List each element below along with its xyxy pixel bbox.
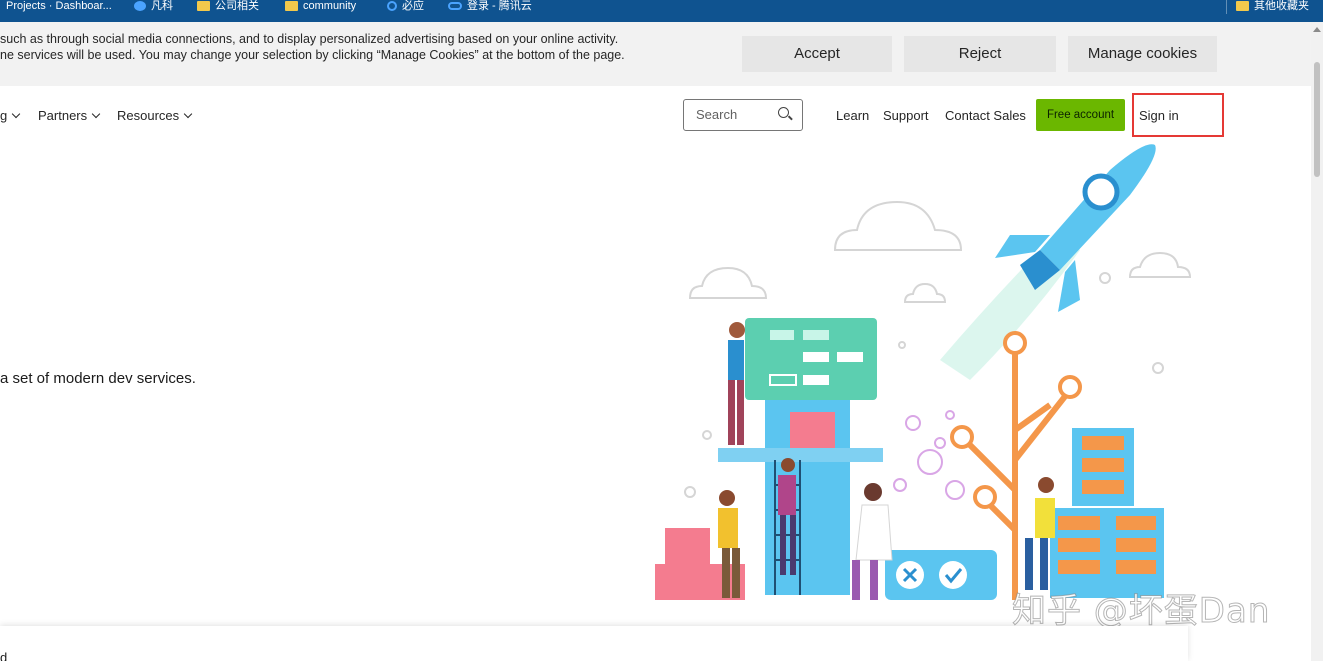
top-navigation: g Partners Resources Learn Support Conta…	[0, 86, 1311, 146]
bookmarks-divider	[1226, 0, 1227, 14]
search-icon[interactable]	[778, 107, 789, 118]
chevron-down-icon	[11, 109, 21, 119]
cookie-banner: such as through social media connections…	[0, 22, 1311, 86]
search-box	[683, 99, 803, 131]
bookmark-label: 凡科	[151, 0, 173, 12]
nav-item-partners[interactable]: Partners	[38, 108, 101, 123]
accept-cookies-button[interactable]: Accept	[742, 36, 892, 72]
bookmark-label: 公司相关	[215, 0, 259, 12]
bookmark-community[interactable]: community	[285, 0, 356, 12]
hero-description: a set of modern dev services.	[0, 370, 196, 387]
server-rack-icon	[1050, 428, 1164, 598]
bookmark-company[interactable]: 公司相关	[197, 0, 259, 12]
hero-illustration	[655, 144, 1192, 600]
chevron-down-icon	[183, 109, 193, 119]
folder-icon	[285, 1, 298, 11]
cookie-message-line: ne services will be used. You may change…	[0, 48, 625, 62]
folder-icon	[197, 1, 210, 11]
free-account-button[interactable]: Free account	[1036, 99, 1125, 131]
cookie-message: such as through social media connections…	[0, 31, 680, 63]
scroll-up-arrow-icon[interactable]	[1313, 27, 1321, 32]
person-figure	[728, 322, 745, 445]
chevron-down-icon	[91, 109, 101, 119]
watermark-text: 知乎 @坏蛋Dan	[1011, 591, 1271, 632]
vertical-scrollbar[interactable]	[1311, 22, 1323, 661]
nav-item-label: Resources	[117, 108, 180, 123]
reject-cookies-button[interactable]: Reject	[904, 36, 1056, 72]
bookmark-label: 其他收藏夹	[1254, 0, 1309, 12]
check-icon	[939, 561, 967, 589]
sign-in-link[interactable]: Sign in	[1139, 108, 1179, 123]
folder-icon	[1236, 1, 1249, 11]
nav-item-resources[interactable]: Resources	[117, 108, 193, 123]
bookmarks-bar: Projects · Dashboar... 凡科 公司相关 community…	[0, 0, 1323, 22]
bookmark-label: 登录 - 腾讯云	[467, 0, 532, 12]
search-icon	[387, 1, 397, 11]
bottom-card	[0, 626, 1188, 661]
bookmark-tencent-cloud[interactable]: 登录 - 腾讯云	[448, 0, 532, 12]
nav-item-truncated[interactable]: g	[0, 108, 21, 123]
cloud-icon	[688, 200, 1192, 303]
bookmark-other-favorites[interactable]: 其他收藏夹	[1236, 0, 1309, 12]
nav-link-contact-sales[interactable]: Contact Sales	[945, 108, 1026, 123]
cookie-message-line: such as through social media connections…	[0, 32, 619, 46]
cloud-icon	[448, 2, 462, 10]
nav-link-support[interactable]: Support	[883, 108, 929, 123]
site-icon	[134, 1, 146, 11]
search-input[interactable]	[696, 107, 776, 122]
bookmark-label: 必应	[402, 0, 424, 12]
bookmark-projects[interactable]: Projects · Dashboar...	[6, 0, 112, 12]
bookmark-bing[interactable]: 必应	[387, 0, 424, 12]
bookmark-fanke[interactable]: 凡科	[134, 0, 173, 12]
bookmark-label: Projects · Dashboar...	[6, 0, 112, 12]
nav-link-learn[interactable]: Learn	[836, 108, 869, 123]
scroll-thumb[interactable]	[1314, 62, 1320, 177]
nav-item-label: Partners	[38, 108, 88, 123]
bottom-card-text: d	[0, 650, 8, 661]
nav-item-label: g	[0, 108, 8, 123]
manage-cookies-button[interactable]: Manage cookies	[1068, 36, 1217, 72]
bookmark-label: community	[303, 0, 357, 12]
